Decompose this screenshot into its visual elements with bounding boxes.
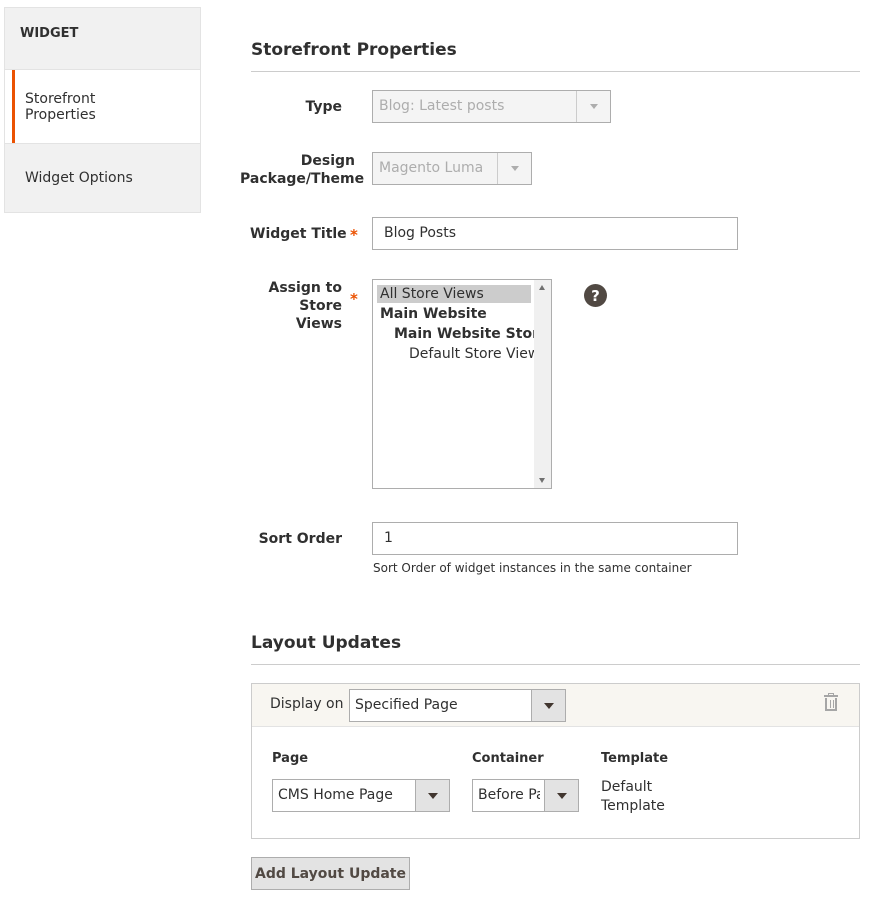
page-select-value: CMS Home Page [278,787,393,803]
required-marker: * [350,226,358,244]
sidebar-header: WIDGET [4,7,201,70]
trash-icon[interactable] [823,693,839,713]
sort-order-label: Sort Order [258,531,342,547]
page-select[interactable]: CMS Home Page [272,779,450,812]
required-marker: * [350,290,358,308]
sort-order-input[interactable]: 1 [372,522,738,555]
display-on-value: Specified Page [355,697,458,713]
sort-order-note: Sort Order of widget instances in the sa… [373,561,692,575]
add-layout-update-button[interactable]: Add Layout Update [251,857,410,890]
help-icon[interactable]: ? [584,284,607,307]
design-select-value: Magento Luma [379,160,484,176]
container-select[interactable]: Before Page Footer [472,779,579,812]
store-view-option-main-website[interactable]: Main Website [380,305,487,323]
store-view-option-all[interactable]: All Store Views [377,285,531,303]
sidebar-item-widget-options[interactable]: Widget Options [4,144,201,213]
section-title-layout-updates: Layout Updates [251,633,860,665]
template-value: Default Template [601,779,665,814]
container-select-value: Before Page Footer [478,787,540,803]
chevron-down-icon [544,780,578,811]
chevron-down-icon [531,690,565,721]
section-title-storefront: Storefront Properties [251,40,860,72]
sidebar: WIDGET Storefront Properties Widget Opti… [4,7,201,213]
display-on-select[interactable]: Specified Page [349,689,566,722]
widget-title-label: Widget Title [250,226,347,242]
type-select-value: Blog: Latest posts [379,98,505,114]
container-column-label: Container [472,751,544,766]
store-view-option-default[interactable]: Default Store View [409,345,539,363]
store-views-label: Assign to Store Views [268,280,342,332]
chevron-down-icon [415,780,449,811]
scroll-down-icon[interactable] [539,478,545,483]
sidebar-item-label: Storefront Properties [25,90,96,123]
chevron-down-icon [576,91,610,122]
sidebar-item-storefront-properties[interactable]: Storefront Properties [4,70,201,144]
store-views-multiselect[interactable]: All Store Views Main Website Main Websit… [372,279,552,489]
layout-update-header: Display on Specified Page [252,684,859,727]
template-column-label: Template [601,751,669,766]
store-view-option-main-website-store[interactable]: Main Website Store [394,325,548,343]
layout-update-box: Display on Specified Page Page Container… [251,683,860,839]
type-select: Blog: Latest posts [372,90,611,123]
type-label: Type [305,99,342,115]
design-select: Magento Luma [372,152,532,185]
display-on-label: Display on [270,696,344,712]
design-label: Design Package/Theme [240,153,365,187]
scrollbar[interactable] [534,280,551,488]
page-column-label: Page [272,751,309,766]
sidebar-item-label: Widget Options [25,170,133,186]
scroll-up-icon[interactable] [539,285,545,290]
chevron-down-icon [497,153,531,184]
widget-title-input[interactable]: Blog Posts [372,217,738,250]
